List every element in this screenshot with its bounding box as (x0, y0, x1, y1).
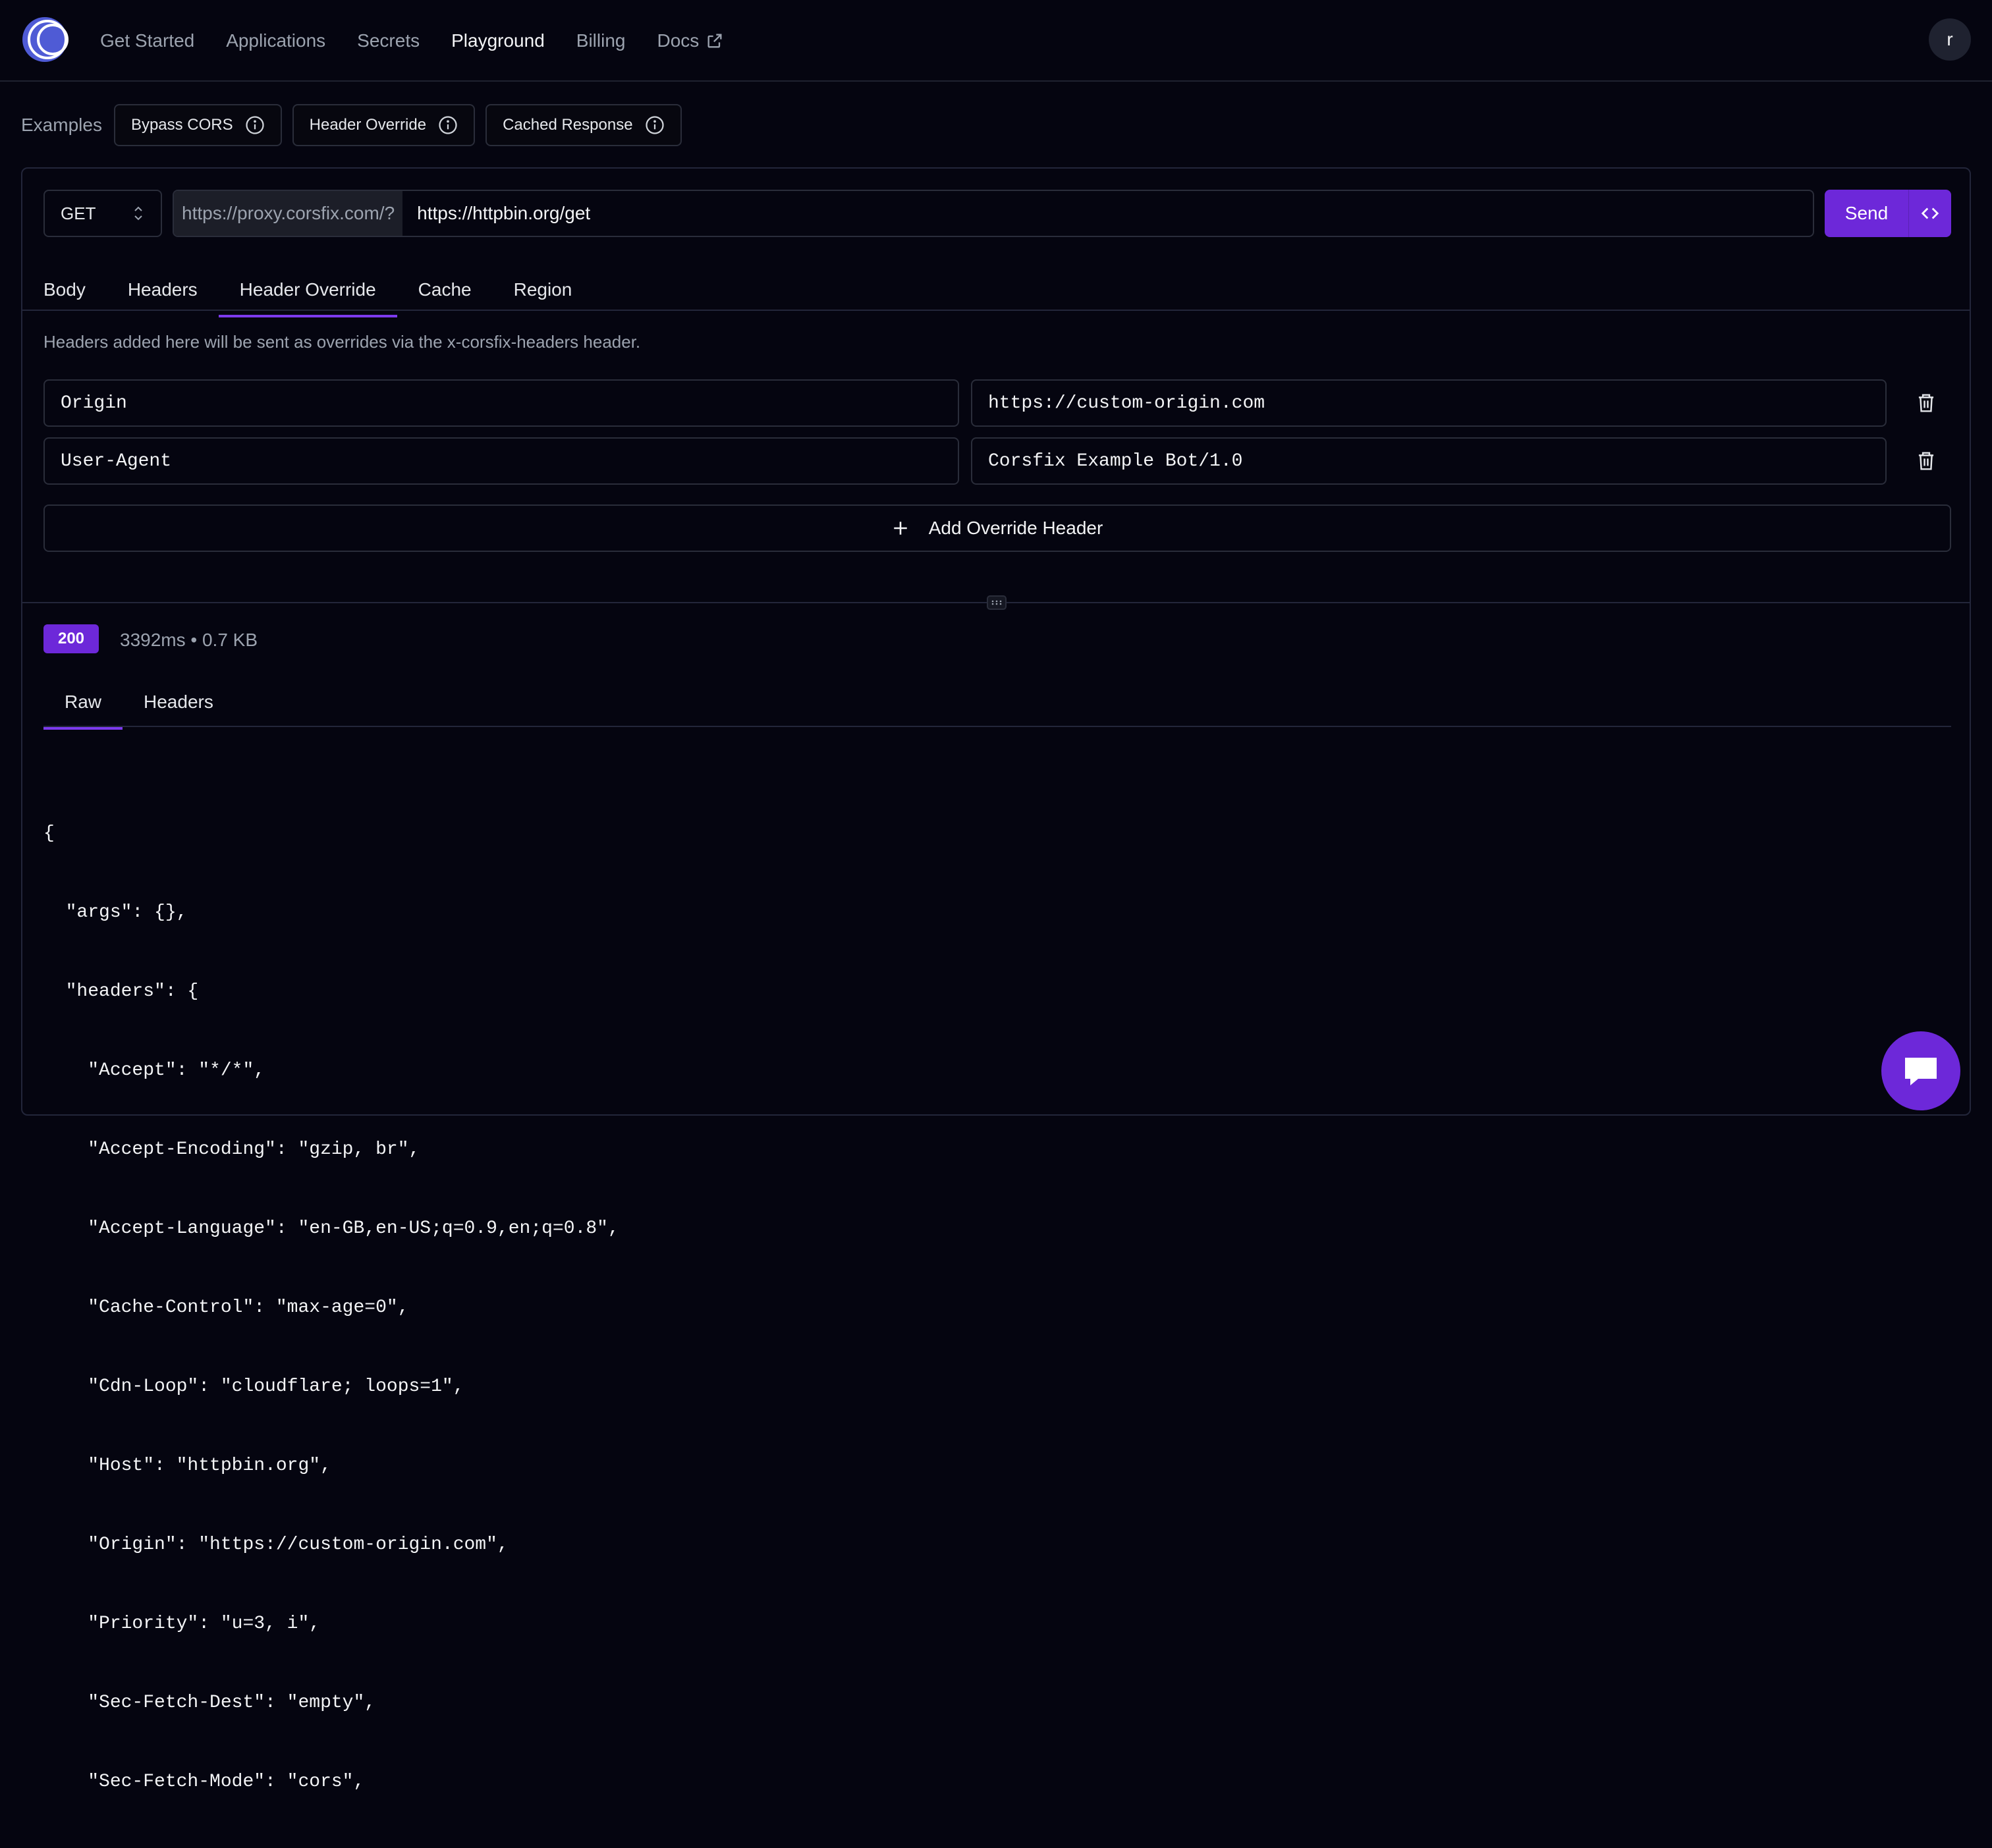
nav-applications[interactable]: Applications (226, 30, 325, 51)
override-hint: Headers added here will be sent as overr… (43, 332, 641, 352)
playground-panel: GET https://proxy.corsfix.com/? Send Bod… (21, 167, 1971, 1792)
chevron-up-down-icon (134, 206, 142, 221)
tab-response-headers[interactable]: Headers (123, 676, 235, 728)
chat-icon (1905, 1058, 1937, 1085)
nav-docs-label: Docs (657, 30, 700, 51)
header-key-input[interactable]: Origin (43, 379, 959, 427)
example-header-override[interactable]: Header Override (292, 104, 476, 146)
override-row: Origin https://custom-origin.com (43, 379, 1951, 427)
nav-links: Get Started Applications Secrets Playgro… (100, 0, 756, 82)
url-field: https://proxy.corsfix.com/? (173, 190, 1814, 237)
divider (43, 726, 1951, 727)
response-meta: 3392ms • 0.7 KB (120, 630, 258, 650)
tab-headers[interactable]: Headers (107, 263, 219, 316)
top-nav: Get Started Applications Secrets Playgro… (0, 0, 1992, 82)
code-snippet-button[interactable] (1909, 190, 1951, 237)
trash-icon (1918, 452, 1934, 470)
examples-bar: Examples Bypass CORS Header Override Cac… (21, 104, 682, 146)
response-tabs: Raw Headers (43, 676, 235, 731)
code-line: "Cache-Control": "max-age=0", (43, 1297, 409, 1318)
header-value-input[interactable]: Corsfix Example Bot/1.0 (971, 437, 1887, 485)
trash-icon (1918, 394, 1934, 412)
code-line: "headers": { (43, 981, 199, 1002)
proxy-prefix: https://proxy.corsfix.com/? (174, 191, 403, 236)
request-tabs: Body Headers Header Override Cache Regio… (43, 263, 594, 317)
tab-cache[interactable]: Cache (397, 263, 493, 316)
code-line: { (43, 823, 55, 844)
info-icon[interactable] (645, 115, 665, 135)
chip-label: Cached Response (503, 116, 633, 134)
resize-handle[interactable] (987, 595, 1007, 610)
url-input[interactable] (402, 191, 1813, 236)
code-line: "args": {}, (43, 902, 188, 923)
send-group: Send (1825, 190, 1951, 237)
delete-row-button[interactable] (1906, 441, 1946, 481)
avatar[interactable]: r (1929, 18, 1971, 61)
request-row: GET https://proxy.corsfix.com/? Send (43, 190, 1951, 237)
code-line: "Sec-Fetch-Dest": "empty", (43, 1693, 376, 1713)
nav-get-started[interactable]: Get Started (100, 30, 194, 51)
nav-playground[interactable]: Playground (451, 30, 545, 51)
method-value: GET (61, 203, 96, 223)
code-line: "Host": "httpbin.org", (43, 1455, 331, 1476)
add-override-header-button[interactable]: Add Override Header (43, 504, 1951, 552)
status-badge: 200 (43, 624, 99, 653)
external-link-icon (707, 34, 722, 48)
code-icon (1921, 207, 1939, 219)
grip-icon (991, 600, 1002, 605)
example-bypass-cors[interactable]: Bypass CORS (113, 104, 282, 146)
send-button[interactable]: Send (1825, 190, 1909, 237)
override-row: User-Agent Corsfix Example Bot/1.0 (43, 437, 1951, 485)
tab-raw[interactable]: Raw (43, 676, 123, 730)
corsfix-logo[interactable] (21, 16, 69, 63)
tab-body[interactable]: Body (43, 263, 107, 316)
nav-secrets[interactable]: Secrets (357, 30, 420, 51)
examples-label: Examples (21, 115, 102, 135)
tab-header-override[interactable]: Header Override (218, 263, 397, 317)
example-cached-response[interactable]: Cached Response (485, 104, 682, 146)
code-line: "Cdn-Loop": "cloudflare; loops=1", (43, 1376, 464, 1397)
header-value-input[interactable]: https://custom-origin.com (971, 379, 1887, 427)
info-icon[interactable] (438, 115, 458, 135)
info-icon[interactable] (245, 115, 265, 135)
response-body: { "args": {}, "headers": { "Accept": "*/… (43, 768, 619, 1848)
nav-docs[interactable]: Docs (657, 30, 724, 51)
tab-region[interactable]: Region (493, 263, 594, 316)
code-line: "Accept": "*/*", (43, 1060, 265, 1081)
chat-widget-button[interactable] (1881, 1031, 1960, 1110)
divider (22, 310, 1970, 311)
nav-billing[interactable]: Billing (576, 30, 626, 51)
plus-icon (893, 522, 907, 535)
chip-label: Header Override (309, 116, 427, 134)
delete-row-button[interactable] (1906, 383, 1946, 423)
code-line: "Sec-Fetch-Mode": "cors", (43, 1772, 365, 1792)
header-key-input[interactable]: User-Agent (43, 437, 959, 485)
code-line: "Accept-Encoding": "gzip, br", (43, 1139, 420, 1160)
code-line: "Priority": "u=3, i", (43, 1614, 321, 1634)
code-line: "Origin": "https://custom-origin.com", (43, 1535, 509, 1555)
code-line: "Accept-Language": "en-GB,en-US;q=0.9,en… (43, 1218, 619, 1239)
add-override-label: Add Override Header (928, 518, 1103, 538)
method-select[interactable]: GET (43, 190, 162, 237)
chip-label: Bypass CORS (130, 116, 233, 134)
